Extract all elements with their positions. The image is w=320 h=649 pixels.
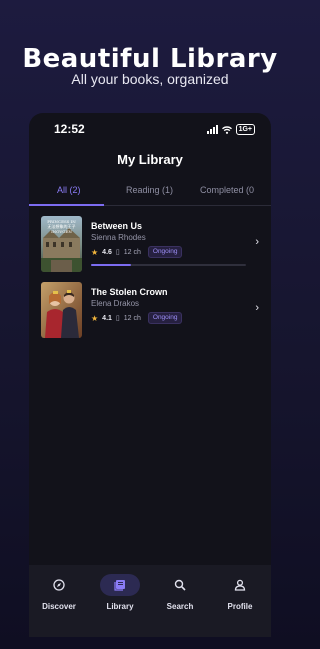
active-tab-indicator [29, 204, 104, 206]
status-time: 12:52 [54, 122, 85, 136]
book-cover-title: PRINCESS IN 无法想象的王子 INOVGEN [47, 219, 76, 234]
book-meta: ★ 4.1 ▯ 12 ch Ongoing [91, 312, 183, 324]
status-bar: 12:52 1G+ [29, 121, 271, 137]
library-tabs: All (2) Reading (1) Completed (0 [29, 183, 271, 203]
star-icon: ★ [91, 313, 99, 323]
chapters-icon: ▯ [115, 249, 120, 256]
nav-label: Discover [42, 602, 76, 611]
nav-label: Search [166, 602, 194, 611]
tab-completed[interactable]: Completed (0 [200, 183, 254, 197]
page-title: My Library [117, 152, 183, 167]
nav-label: Profile [227, 602, 253, 611]
book-chapters: 12 ch [123, 314, 141, 322]
book-meta: ★ 4.6 ▯ 12 ch Ongoing [91, 246, 183, 258]
nav-discover[interactable]: Discover [34, 574, 84, 612]
book-author: Elena Drakos [91, 299, 140, 308]
network-badge: 1G+ [235, 124, 255, 135]
wifi-icon [221, 125, 232, 134]
reading-progress-fill [91, 264, 132, 266]
bottom-nav: Discover Library Search Profile [29, 565, 271, 637]
nav-search[interactable]: Search [155, 574, 205, 612]
chevron-right-icon[interactable]: › [255, 302, 259, 314]
book-item-between-us[interactable]: PRINCESS IN 无法想象的王子 INOVGEN Between Us S… [41, 216, 261, 274]
nav-library[interactable]: Library [95, 574, 145, 612]
promo-title: Beautiful Library [22, 44, 278, 74]
chevron-right-icon[interactable]: › [255, 236, 259, 248]
phone-screen: 12:52 1G+ My Library All (2) Reading (1)… [29, 113, 271, 637]
book-rating: 4.1 [102, 314, 112, 322]
book-rating: 4.6 [102, 248, 112, 256]
reading-progress-bar [91, 264, 246, 266]
tab-all[interactable]: All (2) [57, 183, 81, 197]
tab-reading[interactable]: Reading (1) [126, 183, 173, 197]
book-title: Between Us [91, 221, 143, 231]
book-author: Sienna Rhodes [91, 233, 146, 242]
promo-subtitle: All your books, organized [71, 71, 229, 87]
book-title: The Stolen Crown [91, 287, 168, 297]
status-badge: Ongoing [147, 312, 183, 324]
nav-profile[interactable]: Profile [215, 574, 265, 612]
nav-label: Library [106, 602, 134, 611]
book-cover [41, 282, 82, 338]
book-item-the-stolen-crown[interactable]: The Stolen Crown Elena Drakos ★ 4.1 ▯ 12… [41, 282, 261, 340]
book-icon [100, 574, 140, 596]
status-badge: Ongoing [147, 246, 183, 258]
star-icon: ★ [91, 247, 99, 257]
chapters-icon: ▯ [115, 315, 120, 322]
compass-icon [39, 574, 79, 596]
book-chapters: 12 ch [123, 248, 141, 256]
book-cover: PRINCESS IN 无法想象的王子 INOVGEN [41, 216, 82, 272]
person-icon [220, 574, 260, 596]
status-icons: 1G+ [206, 124, 255, 135]
search-icon [160, 574, 200, 596]
signal-icon [206, 125, 218, 134]
